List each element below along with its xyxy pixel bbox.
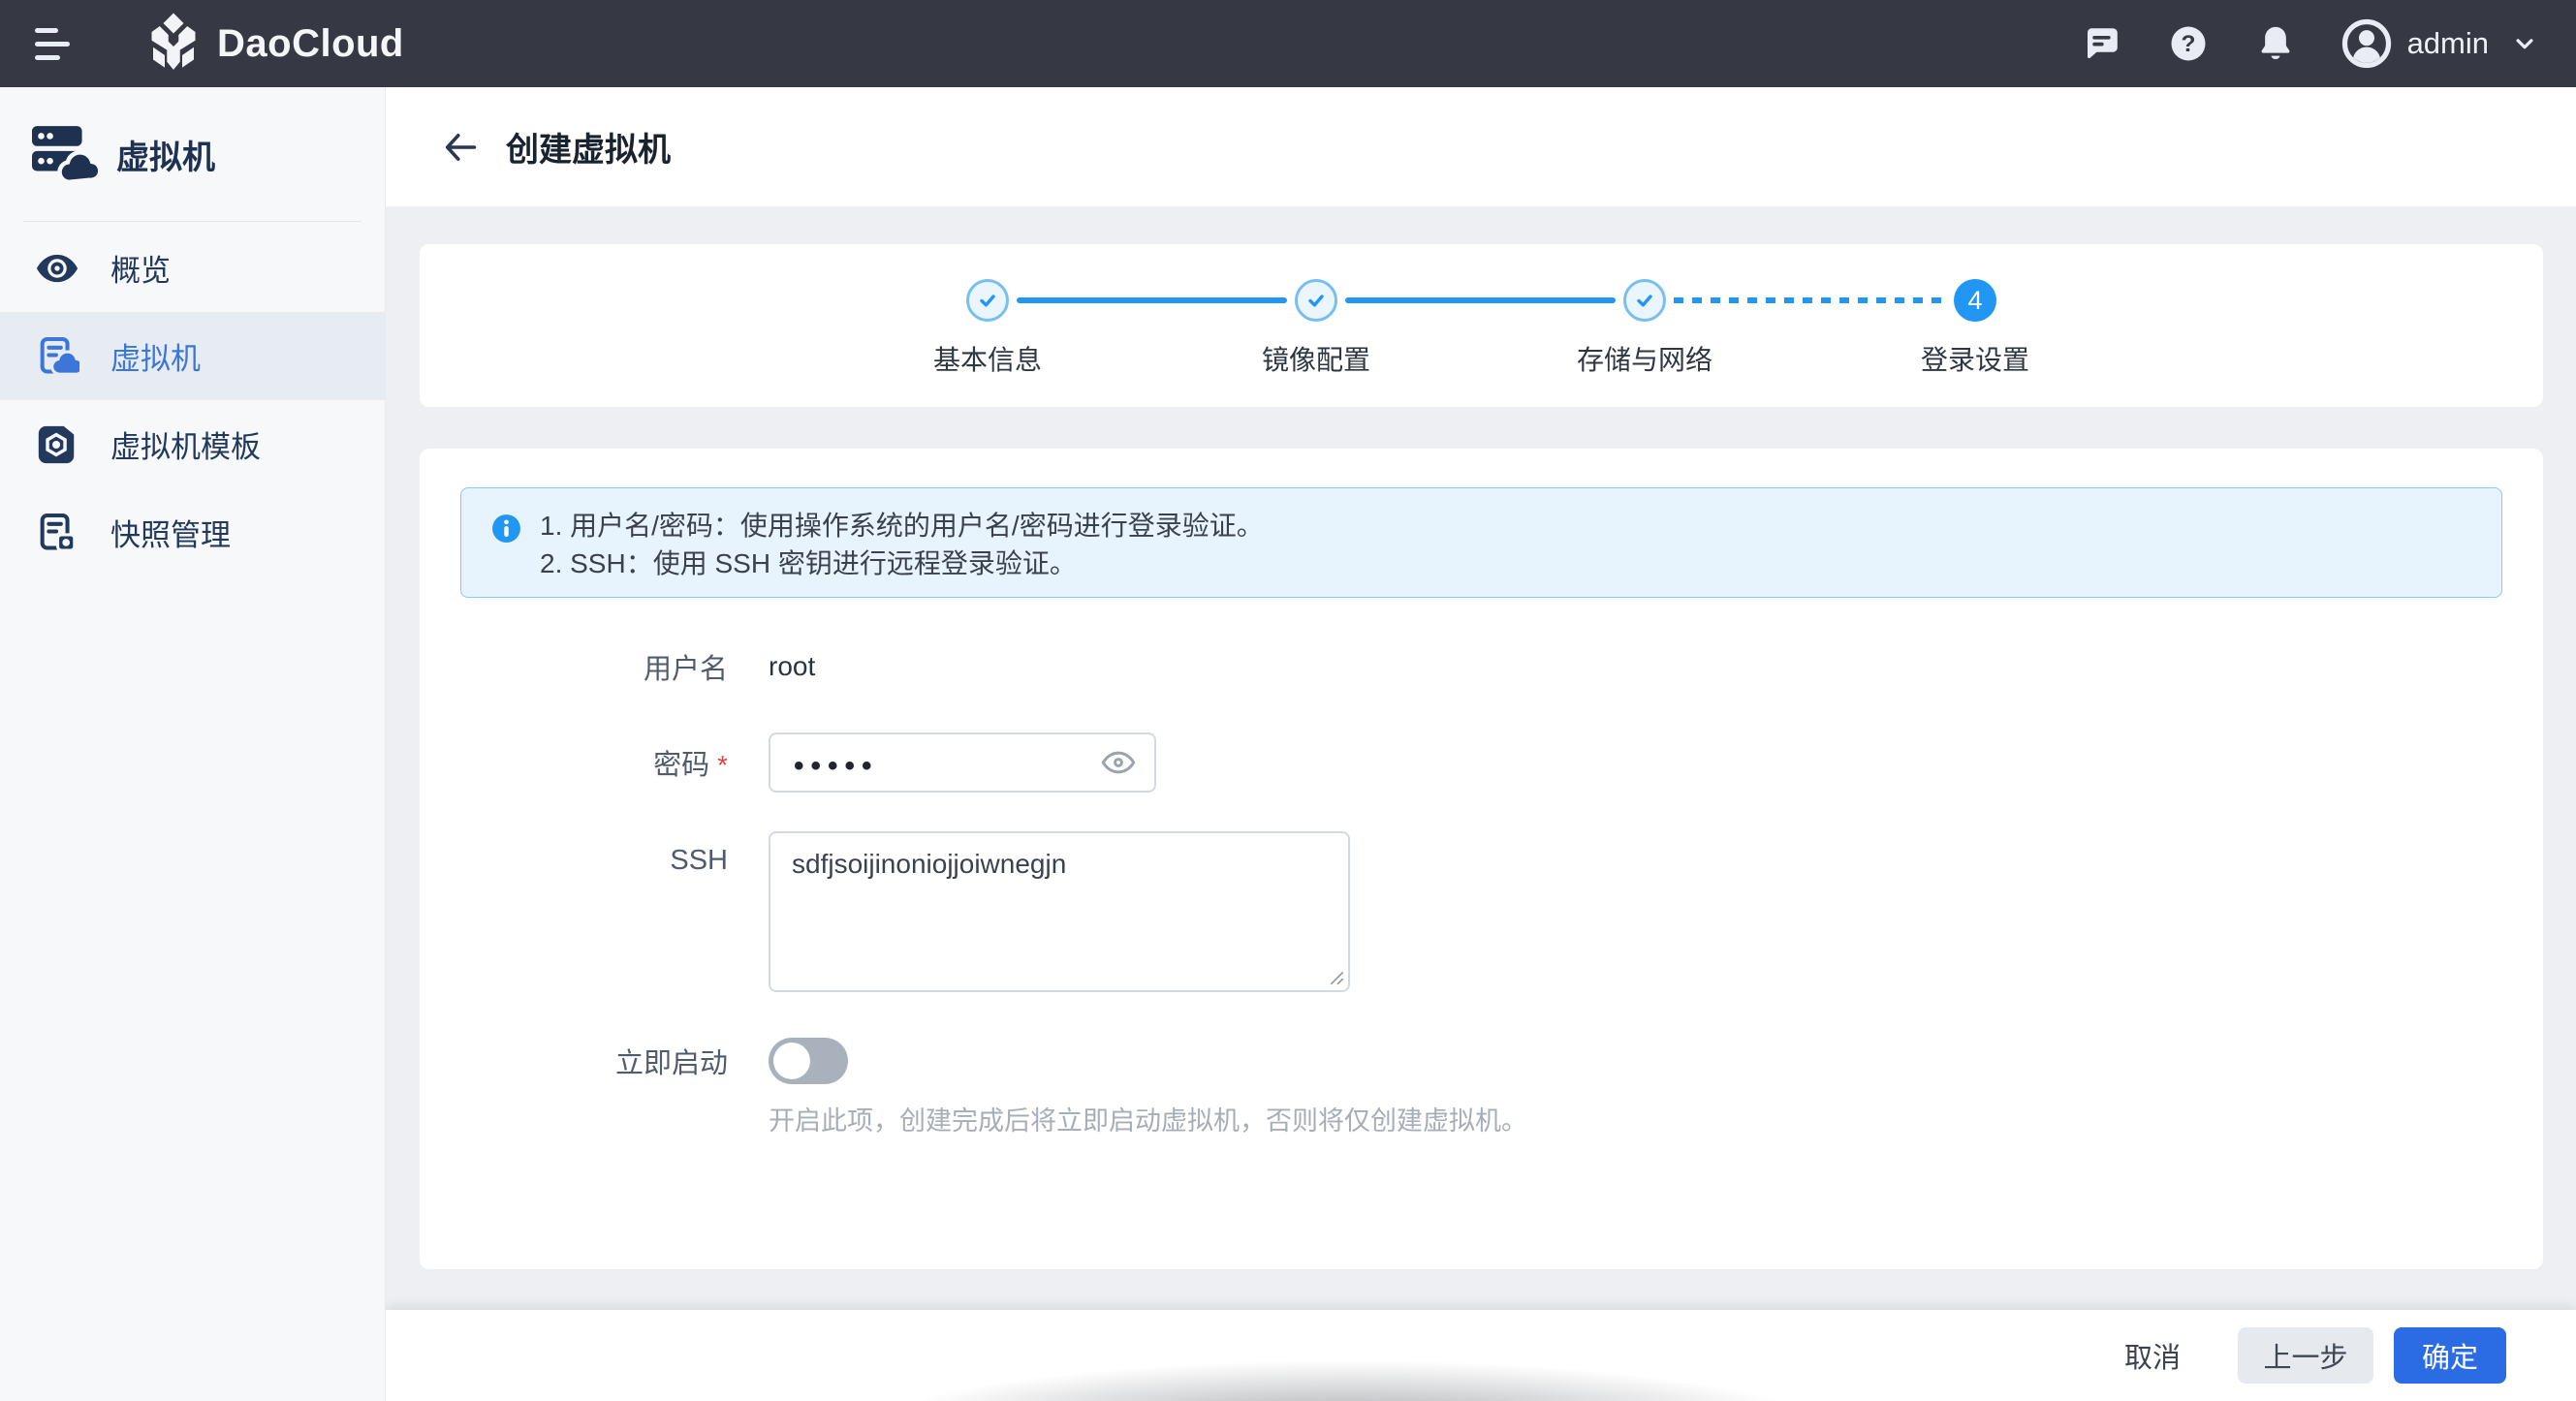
stepper-card: 4 基本信息 镜像配置 存储与网络 登录设置 [420, 244, 2543, 407]
page-title: 创建虚拟机 [506, 123, 671, 171]
resize-handle[interactable] [1328, 969, 1345, 986]
sidebar-item-label: 快照管理 [110, 511, 231, 554]
confirm-button[interactable]: 确定 [2394, 1327, 2506, 1384]
sidebar-nav: 概览 虚拟机 虚拟机模板 [0, 224, 385, 576]
brand-name: DaoCloud [217, 22, 404, 66]
username-value: root [769, 651, 815, 682]
back-arrow-icon[interactable] [440, 127, 481, 168]
header-actions: ? admin [2035, 18, 2576, 69]
footer-bar: 取消 上一步 确定 [386, 1310, 2576, 1401]
info-icon [490, 513, 522, 545]
sidebar-item-overview[interactable]: 概览 [0, 224, 385, 312]
step-1-check-icon [966, 279, 1009, 322]
info-alert: 1. 用户名/密码：使用操作系统的用户名/密码进行登录验证。 2. SSH：使用… [460, 487, 2502, 598]
username-row: 用户名 root [420, 647, 815, 686]
sidebar-item-vm[interactable]: 虚拟机 [0, 312, 385, 400]
template-icon [35, 422, 79, 467]
ssh-row: SSH sdfjsoijinoniojjoiwnegjn [420, 831, 1350, 992]
step-2-check-icon [1295, 279, 1337, 322]
previous-step-button[interactable]: 上一步 [2238, 1327, 2373, 1384]
required-asterisk: * [717, 750, 728, 780]
ssh-textarea[interactable]: sdfjsoijinoniojjoiwnegjn [769, 831, 1350, 992]
sidebar-title-label: 虚拟机 [116, 131, 215, 178]
top-header: DaoCloud ? [0, 0, 2576, 87]
start-now-toggle[interactable] [769, 1038, 848, 1084]
step-connector-dotted [1674, 297, 1946, 303]
toggle-knob [773, 1043, 810, 1079]
step-label-image-config: 镜像配置 [1190, 339, 1442, 378]
step-connector [1345, 297, 1616, 303]
ssh-textarea-wrap: sdfjsoijinoniojjoiwnegjn [769, 831, 1350, 992]
alert-line-1: 1. 用户名/密码：使用操作系统的用户名/密码进行登录验证。 [540, 507, 1264, 545]
password-row: 密码* ••••• [420, 732, 1156, 793]
eye-icon [35, 246, 79, 291]
snapshot-icon [35, 511, 79, 555]
sidebar: 虚拟机 概览 虚拟机 [0, 87, 386, 1401]
password-label: 密码* [420, 742, 728, 783]
user-name[interactable]: admin [2407, 26, 2489, 61]
start-now-label: 立即启动 [420, 1041, 728, 1081]
alert-line-2: 2. SSH：使用 SSH 密钥进行远程登录验证。 [540, 545, 1264, 582]
alert-text: 1. 用户名/密码：使用操作系统的用户名/密码进行登录验证。 2. SSH：使用… [540, 507, 1264, 597]
step-connector [1017, 297, 1287, 303]
sidebar-item-label: 概览 [110, 246, 171, 290]
avatar-icon[interactable] [2341, 18, 2392, 69]
password-masked-value: ••••• [794, 744, 1100, 781]
chat-icon[interactable] [2080, 22, 2122, 65]
step-label-login-settings: 登录设置 [1849, 339, 2101, 378]
sidebar-item-label: 虚拟机 [110, 334, 201, 378]
content-area: 4 基本信息 镜像配置 存储与网络 登录设置 1. 用户名/密码：使用操作系统的… [386, 206, 2576, 1310]
step-3-check-icon [1623, 279, 1666, 322]
ssh-label: SSH [420, 831, 728, 877]
step-4-number: 4 [1954, 279, 1996, 322]
start-now-help-text: 开启此项，创建完成后将立即启动虚拟机，否则将仅创建虚拟机。 [769, 1100, 1527, 1137]
help-icon[interactable]: ? [2167, 22, 2210, 65]
menu-icon[interactable] [35, 24, 74, 63]
chevron-down-icon[interactable] [2510, 29, 2539, 58]
vm-cloud-icon [35, 334, 79, 379]
sidebar-item-snapshots[interactable]: 快照管理 [0, 488, 385, 576]
sidebar-item-vm-templates[interactable]: 虚拟机模板 [0, 400, 385, 488]
form-card: 1. 用户名/密码：使用操作系统的用户名/密码进行登录验证。 2. SSH：使用… [420, 449, 2543, 1269]
brand: DaoCloud [143, 12, 404, 76]
sidebar-title: 虚拟机 [0, 87, 385, 186]
server-cloud-icon [27, 122, 101, 186]
start-now-row: 立即启动 [420, 1038, 848, 1084]
bell-icon[interactable] [2254, 22, 2297, 65]
sidebar-item-label: 虚拟机模板 [110, 422, 261, 466]
svg-text:?: ? [2181, 31, 2195, 57]
daocloud-logo-icon [143, 12, 204, 76]
step-label-basic-info: 基本信息 [862, 339, 1114, 378]
eye-toggle-icon[interactable] [1100, 744, 1137, 781]
username-label: 用户名 [420, 646, 728, 687]
sidebar-divider [23, 221, 361, 222]
step-label-storage-network: 存储与网络 [1519, 339, 1771, 378]
cancel-button[interactable]: 取消 [2119, 1325, 2186, 1385]
password-input[interactable]: ••••• [769, 732, 1156, 793]
page-header: 创建虚拟机 [386, 87, 2576, 206]
